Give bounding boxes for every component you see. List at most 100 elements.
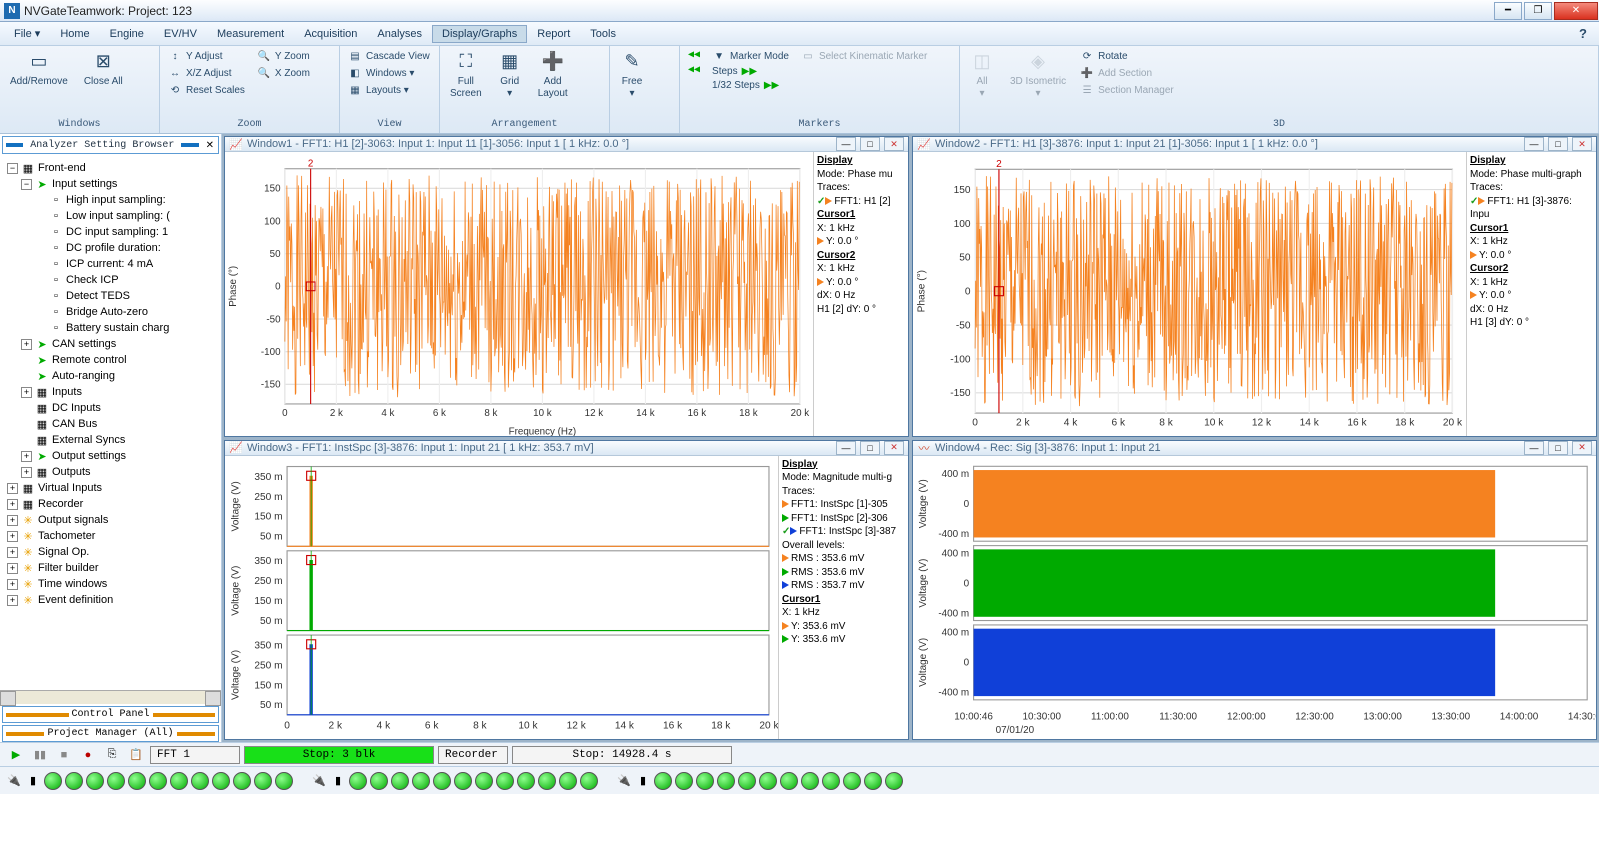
menu-engine[interactable]: Engine (100, 25, 154, 43)
led-group-icon: ▮ (330, 772, 346, 790)
windows-dropdown[interactable]: ◧Windows ▾ (344, 65, 434, 81)
window2-close[interactable]: ✕ (1572, 137, 1592, 151)
step32-back-button[interactable]: ◀◀ (684, 63, 704, 77)
window4-max[interactable]: □ (1548, 441, 1568, 455)
tree-tachometer[interactable]: +✳Tachometer (4, 528, 219, 544)
window1-min[interactable]: — (836, 137, 856, 151)
y-adjust-button[interactable]: ↕Y Adjust (164, 48, 249, 64)
tree-output-signals[interactable]: +✳Output signals (4, 512, 219, 528)
add-layout-button[interactable]: ➕Add Layout (532, 48, 574, 102)
tree-input-child[interactable]: ▫DC profile duration: (32, 240, 219, 256)
chart-icon: 📈 (917, 137, 931, 151)
tree[interactable]: −▦Front-end −➤Input settings ▫High input… (0, 156, 221, 690)
play-button[interactable]: ▶ (6, 746, 26, 764)
tree-front-end[interactable]: −▦Front-end (4, 160, 219, 176)
tree-input-child[interactable]: ▫Low input sampling: ( (32, 208, 219, 224)
tree-input-child[interactable]: ▫DC input sampling: 1 (32, 224, 219, 240)
rotate-button[interactable]: ⟳Rotate (1076, 48, 1178, 64)
minimize-button[interactable]: ━ (1494, 2, 1522, 20)
window3-close[interactable]: ✕ (884, 441, 904, 455)
stop-button[interactable]: ■ (54, 746, 74, 764)
tree-virtual-inputs[interactable]: +▦Virtual Inputs (4, 480, 219, 496)
window2-min[interactable]: — (1524, 137, 1544, 151)
menu-display-graphs[interactable]: Display/Graphs (432, 25, 527, 43)
svg-text:20 k: 20 k (759, 720, 778, 731)
svg-text:Frequency (Hz): Frequency (Hz) (509, 426, 577, 436)
close-all-button[interactable]: ⊠Close All (78, 48, 129, 90)
sidebar-close-button[interactable]: ✕ (202, 140, 218, 151)
menu-tools[interactable]: Tools (580, 25, 626, 43)
tree-outputs[interactable]: +▦Outputs (18, 464, 219, 480)
tree-recorder[interactable]: +▦Recorder (4, 496, 219, 512)
tree-external-syncs[interactable]: ▦External Syncs (18, 432, 219, 448)
tree-dc-inputs[interactable]: ▦DC Inputs (18, 400, 219, 416)
tree-input-child[interactable]: ▫ICP current: 4 mA (32, 256, 219, 272)
menu-evhv[interactable]: EV/HV (154, 25, 207, 43)
section-mgr-icon: ☰ (1080, 83, 1094, 97)
copy-button[interactable]: ⎘ (102, 746, 122, 764)
menu-home[interactable]: Home (50, 25, 99, 43)
tree-input-child[interactable]: ▫High input sampling: (32, 192, 219, 208)
svg-text:14 k: 14 k (1300, 417, 1320, 428)
tree-time-windows[interactable]: +✳Time windows (4, 576, 219, 592)
tree-auto-ranging[interactable]: ➤Auto-ranging (18, 368, 219, 384)
window1-plot[interactable]: -150-100-5005010015002 k4 k6 k8 k10 k12 … (225, 152, 813, 437)
grid-button[interactable]: ▦Grid ▾ (492, 48, 528, 102)
window1-close[interactable]: ✕ (884, 137, 904, 151)
svg-text:50 m: 50 m (260, 700, 283, 711)
window3-max[interactable]: □ (860, 441, 880, 455)
full-screen-button[interactable]: ⛶Full Screen (444, 48, 488, 102)
menu-analyses[interactable]: Analyses (367, 25, 432, 43)
step-back-button[interactable]: ◀◀ (684, 48, 704, 62)
window1-max[interactable]: □ (860, 137, 880, 151)
tree-event-definition[interactable]: +✳Event definition (4, 592, 219, 608)
xz-adjust-button[interactable]: ↔X/Z Adjust (164, 65, 249, 81)
window4-plot[interactable]: -400 m0400 mVoltage (V)-400 m0400 mVolta… (913, 456, 1596, 741)
step32-button[interactable]: 1/32 Steps ▶▶ (708, 79, 793, 92)
y-zoom-button[interactable]: 🔍Y Zoom (253, 48, 314, 64)
svg-text:Phase (°): Phase (°) (228, 266, 239, 307)
add-section-button: ➕Add Section (1076, 65, 1178, 81)
control-panel-section[interactable]: Control Panel (2, 706, 219, 723)
help-button[interactable]: ? (1571, 26, 1595, 41)
tree-filter-builder[interactable]: +✳Filter builder (4, 560, 219, 576)
tree-input-child[interactable]: ▫Detect TEDS (32, 288, 219, 304)
window2-max[interactable]: □ (1548, 137, 1568, 151)
tree-inputs[interactable]: +▦Inputs (18, 384, 219, 400)
project-manager-section[interactable]: Project Manager (All) (2, 725, 219, 742)
tree-output-settings[interactable]: +➤Output settings (18, 448, 219, 464)
tree-input-child[interactable]: ▫Check ICP (32, 272, 219, 288)
reset-scales-button[interactable]: ⟲Reset Scales (164, 82, 249, 98)
menu-file[interactable]: File ▾ (4, 24, 50, 43)
window3-min[interactable]: — (836, 441, 856, 455)
menu-report[interactable]: Report (527, 25, 580, 43)
window3-plot[interactable]: 50 m150 m250 m350 mVoltage (V)50 m150 m2… (225, 456, 778, 741)
maximize-button[interactable]: ❐ (1524, 2, 1552, 20)
close-button[interactable]: ✕ (1554, 2, 1598, 20)
steps-button[interactable]: Steps ▶▶ (708, 65, 793, 78)
add-remove-button[interactable]: ▭Add/Remove (4, 48, 74, 90)
sidebar-hscroll[interactable] (0, 690, 221, 704)
tree-can-settings[interactable]: +➤CAN settings (18, 336, 219, 352)
record-button[interactable]: ● (78, 746, 98, 764)
x-zoom-button[interactable]: 🔍X Zoom (253, 65, 314, 81)
marker-mode-button[interactable]: ▼Marker Mode (708, 48, 793, 64)
free-button[interactable]: ✎Free ▾ (614, 48, 650, 102)
svg-text:16 k: 16 k (688, 408, 707, 419)
tree-can-bus[interactable]: ▦CAN Bus (18, 416, 219, 432)
tree-remote-control[interactable]: ➤Remote control (18, 352, 219, 368)
tree-input-child[interactable]: ▫Battery sustain charg (32, 320, 219, 336)
paste-button[interactable]: 📋 (126, 746, 146, 764)
layouts-dropdown[interactable]: ▦Layouts ▾ (344, 82, 434, 98)
window-title: NVGateTeamwork: Project: 123 (24, 4, 1493, 18)
window4-close[interactable]: ✕ (1572, 441, 1592, 455)
window4-min[interactable]: — (1524, 441, 1544, 455)
tree-signal-op[interactable]: +✳Signal Op. (4, 544, 219, 560)
cascade-view-button[interactable]: ▤Cascade View (344, 48, 434, 64)
menu-acquisition[interactable]: Acquisition (294, 25, 367, 43)
window2-plot[interactable]: -150-100-5005010015002 k4 k6 k8 k10 k12 … (913, 152, 1466, 437)
tree-input-settings[interactable]: −➤Input settings (18, 176, 219, 192)
tree-input-child[interactable]: ▫Bridge Auto-zero (32, 304, 219, 320)
menu-measurement[interactable]: Measurement (207, 25, 294, 43)
pause-button[interactable]: ▮▮ (30, 746, 50, 764)
